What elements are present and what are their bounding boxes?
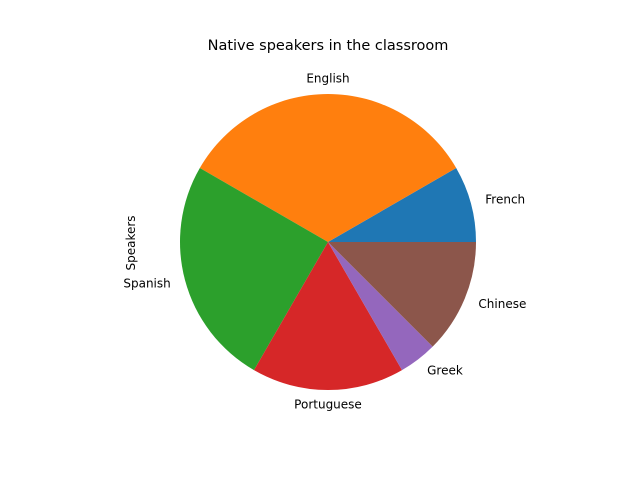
pie-label-greek: Greek: [427, 364, 463, 378]
pie-slices: [180, 94, 476, 390]
pie-label-chinese: Chinese: [478, 297, 526, 311]
pie-label-spanish: Spanish: [123, 277, 170, 291]
pie-label-portuguese: Portuguese: [294, 397, 362, 411]
chart-title: Native speakers in the classroom: [208, 38, 449, 54]
pie-label-french: French: [485, 192, 525, 206]
pie-chart: Native speakers in the classroom Speaker…: [123, 38, 526, 411]
pie-label-english: English: [306, 72, 349, 86]
y-axis-label: Speakers: [124, 215, 138, 270]
chart-container: Native speakers in the classroom Speaker…: [0, 0, 640, 480]
